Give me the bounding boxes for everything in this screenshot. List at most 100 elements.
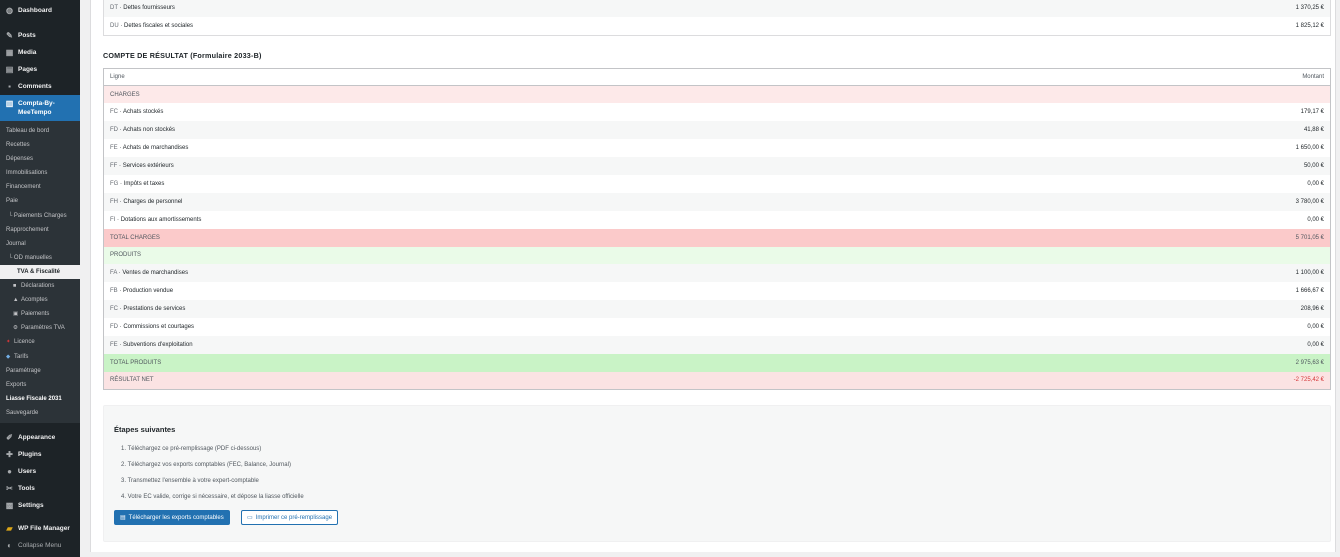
table-row: FD · Commissions et courtages 0,00 € <box>103 318 1331 336</box>
resultat-net-amount: -2 725,42 € <box>972 371 1331 390</box>
line-amount: 0,00 € <box>972 174 1331 193</box>
table-row: FC · Prestations de services 208,96 € <box>103 300 1331 319</box>
menu-wp-file-manager[interactable]: ▰ WP File Manager <box>0 520 80 537</box>
line-label: Prestations de services <box>123 306 186 313</box>
line-code: FB <box>110 288 118 295</box>
total-produits-row: TOTAL PRODUITS 2 975,63 € <box>103 353 1331 372</box>
compte-resultat-title: COMPTE DE RÉSULTAT (Formulaire 2033-B) <box>103 51 262 60</box>
line-label: Dotations aux amortissements <box>120 216 202 223</box>
menu-plugins[interactable]: ✚ Plugins <box>0 446 80 463</box>
produits-section-row: PRODUITS <box>103 246 1331 265</box>
sub-recettes[interactable]: Recettes <box>0 138 80 152</box>
line-amount: 1 650,00 € <box>972 139 1331 158</box>
table-row: DU · Dettes fiscales et sociales 1 825,1… <box>103 17 1331 35</box>
step-item: 4. Votre EC valide, corrige si nécessair… <box>121 494 304 500</box>
sub-sauvegarde[interactable]: Sauvegarde <box>0 406 80 420</box>
sub-parametres-tva[interactable]: ⚙ Paramètres TVA <box>0 321 80 335</box>
main-content: DT · Dettes fournisseurs 1 370,25 € DU ·… <box>90 0 1340 557</box>
col-ligne: Ligne <box>103 68 973 86</box>
table-row: FI · Dotations aux amortissements 0,00 € <box>103 210 1331 229</box>
folder-icon: ▰ <box>6 523 13 533</box>
table-row: FF · Services extérieurs 50,00 € <box>103 157 1331 175</box>
resultat-net-label: RÉSULTAT NET <box>103 371 973 390</box>
table-row: FA · Ventes de marchandises 1 100,00 € <box>103 264 1331 283</box>
line-amount: 208,96 € <box>972 300 1331 319</box>
settings-icon: ▩ <box>5 500 14 510</box>
col-montant: Montant <box>972 68 1331 86</box>
line-code: FF <box>110 163 118 169</box>
table-row: FG · Impôts et taxes 0,00 € <box>103 174 1331 193</box>
charges-section-row: CHARGES <box>103 85 1331 104</box>
collapse-menu[interactable]: ◐ Collapse Menu <box>0 537 80 554</box>
print-button[interactable]: ▭ Imprimer ce pré-remplissage <box>241 510 339 525</box>
next-steps-box: Étapes suivantes 1. Téléchargez ce pré-r… <box>103 405 1331 542</box>
sub-immobilisations[interactable]: Immobilisations <box>0 166 80 180</box>
table-row: FE · Subventions d'exploitation 0,00 € <box>103 335 1331 354</box>
line-code: FA <box>110 270 118 277</box>
sub-paiements[interactable]: ▣ Paiements <box>0 307 80 321</box>
step-item: 3. Transmettez l'ensemble à votre expert… <box>121 478 259 484</box>
total-charges-row: TOTAL CHARGES 5 701,05 € <box>103 228 1331 247</box>
sub-financement[interactable]: Financement <box>0 180 80 194</box>
menu-tools[interactable]: ✂ Tools <box>0 480 80 497</box>
sub-acomptes[interactable]: ▲ Acomptes <box>0 293 80 307</box>
gear-icon: ⚙ <box>13 325 18 332</box>
archive-icon: ▤ <box>120 515 126 521</box>
menu-settings[interactable]: ▩ Settings <box>0 497 80 514</box>
menu-compta[interactable]: ▥ Compta-By- MeeTempo <box>0 95 80 121</box>
admin-sidebar: ◍ Dashboard ✎ Posts ▦ Media ▤ Pages ▪ Comment… <box>0 0 80 557</box>
sub-exports[interactable]: Exports <box>0 378 80 392</box>
line-amount: 0,00 € <box>972 318 1331 336</box>
sub-rapprochement[interactable]: Rapprochement <box>0 223 80 237</box>
pages-icon: ▤ <box>5 65 14 74</box>
sub-tva-fiscalite[interactable]: TVA & Fiscalité <box>0 264 80 280</box>
menu-media[interactable]: ▦ Media <box>0 44 80 61</box>
line-label: Achats non stockés <box>123 127 176 134</box>
line-label: Services extérieurs <box>122 163 174 169</box>
sub-tarifs[interactable]: ◆ Tarifs <box>0 350 80 364</box>
line-code: FD <box>110 127 118 134</box>
line-code: DT <box>110 5 118 11</box>
line-label: Achats stockés <box>123 109 164 116</box>
calculator-icon: ▥ <box>5 99 14 108</box>
line-label: Dettes fournisseurs <box>123 5 175 11</box>
sub-parametrage[interactable]: Paramétrage <box>0 364 80 378</box>
line-label: Commissions et courtages <box>123 324 195 331</box>
table-row: DT · Dettes fournisseurs 1 370,25 € <box>103 0 1331 17</box>
menu-users[interactable]: ● Users <box>0 463 80 480</box>
line-code: FH <box>110 198 118 205</box>
collapse-icon: ◐ <box>7 540 12 550</box>
sub-licence[interactable]: ✦ Licence <box>0 335 80 349</box>
menu-posts[interactable]: ✎ Posts <box>0 27 80 44</box>
total-charges-label: TOTAL CHARGES <box>103 228 973 247</box>
sub-paie[interactable]: Paie <box>0 194 80 208</box>
sub-liasse-fiscale[interactable]: Liasse Fiscale 2031 <box>0 392 80 406</box>
line-code: FC <box>110 306 118 313</box>
menu-pages[interactable]: ▤ Pages <box>0 61 80 78</box>
line-label: Dettes fiscales et sociales <box>124 22 194 29</box>
wrench-icon: ✂ <box>6 483 13 493</box>
resultat-net-row: RÉSULTAT NET -2 725,42 € <box>103 371 1331 390</box>
produits-header: PRODUITS <box>103 246 1331 265</box>
sub-declarations[interactable]: ■ Déclarations <box>0 279 80 293</box>
sub-depenses[interactable]: Dépenses <box>0 152 80 166</box>
menu-comments[interactable]: ▪ Comments <box>0 78 80 95</box>
sub-paiements-charges[interactable]: └ Paiements Charges <box>0 209 80 223</box>
line-amount: 1 666,67 € <box>972 282 1331 301</box>
line-code: FE <box>110 145 118 152</box>
step-item: 1. Téléchargez ce pré-remplissage (PDF c… <box>121 446 262 452</box>
line-code: DU <box>110 22 119 29</box>
table-row: FE · Achats de marchandises 1 650,00 € <box>103 139 1331 158</box>
line-code: FE <box>110 341 118 348</box>
menu-compta-label-2: MeeTempo <box>18 109 52 116</box>
table-row: FD · Achats non stockés 41,88 € <box>103 121 1331 140</box>
sub-tableau-de-bord[interactable]: Tableau de bord <box>0 124 80 138</box>
line-amount: 1 825,12 € <box>962 17 1331 35</box>
sub-journal[interactable]: Journal <box>0 237 80 251</box>
sub-od-manuelles[interactable]: └ OD manuelles <box>0 251 80 265</box>
menu-appearance[interactable]: ✐ Appearance <box>0 429 80 446</box>
table-header-row: Ligne Montant <box>103 68 1331 86</box>
menu-dashboard[interactable]: ◍ Dashboard <box>0 2 80 19</box>
download-exports-button[interactable]: ▤ Télécharger les exports comptables <box>114 510 230 525</box>
line-label: Achats de marchandises <box>122 145 189 152</box>
